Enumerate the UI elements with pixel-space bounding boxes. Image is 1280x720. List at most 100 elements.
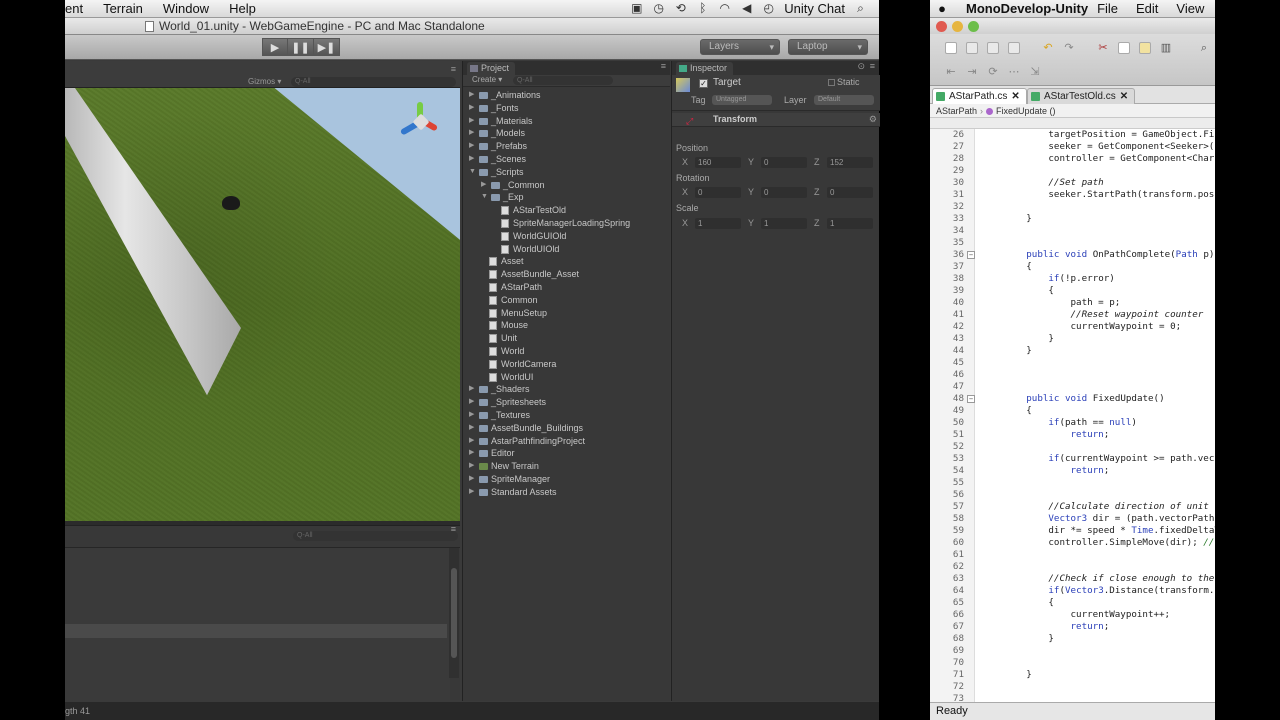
active-checkbox[interactable]: ✓ <box>699 79 708 88</box>
delete-icon[interactable]: ▥ <box>1160 42 1172 54</box>
project-tree-item[interactable]: ▶ Editor <box>463 447 671 460</box>
code-line[interactable]: 36− public void OnPathComplete(Path p) <box>930 249 1215 261</box>
redo-icon[interactable]: ↷ <box>1063 42 1075 54</box>
code-line[interactable]: 55 <box>930 477 1215 489</box>
monodevelop-app-menu[interactable]: MonoDevelop-Unity <box>952 1 1088 16</box>
code-line[interactable]: 73 <box>930 693 1215 702</box>
volume-icon[interactable]: ◀ <box>740 2 753 15</box>
position-y-field[interactable]: 0 <box>761 157 807 168</box>
create-dropdown[interactable]: Create ▾ <box>472 75 502 84</box>
console-scrollbar[interactable] <box>449 548 459 678</box>
project-tree-item[interactable]: ▶ _Common <box>463 179 671 192</box>
code-line[interactable]: 41 //Reset waypoint counter <box>930 309 1215 321</box>
code-line[interactable]: 70 <box>930 657 1215 669</box>
project-tree-item[interactable]: ▶ _Materials <box>463 115 671 128</box>
project-tree-item[interactable]: WorldUIOld <box>463 243 671 256</box>
collapsed-arrow-icon[interactable]: ▶ <box>469 409 477 422</box>
inspector-lock-icon[interactable]: ⊙ <box>857 61 865 72</box>
collapsed-arrow-icon[interactable]: ▶ <box>469 115 477 128</box>
collapsed-arrow-icon[interactable]: ▶ <box>469 447 477 460</box>
code-line[interactable]: 58 Vector3 dir = (path.vectorPath[cu <box>930 513 1215 525</box>
position-x-field[interactable]: 160 <box>695 157 741 168</box>
project-tree-item[interactable]: ▶ _Models <box>463 127 671 140</box>
collapsed-arrow-icon[interactable]: ▶ <box>469 486 477 499</box>
pause-button[interactable]: ❚❚ <box>288 38 314 56</box>
project-tree-item[interactable]: WorldGUIOld <box>463 230 671 243</box>
collapsed-arrow-icon[interactable]: ▶ <box>481 179 489 192</box>
project-tree-item[interactable]: ▶ New Terrain <box>463 460 671 473</box>
cut-icon[interactable]: ✂ <box>1097 42 1109 54</box>
layer-dropdown[interactable]: Default <box>814 95 874 105</box>
collapsed-arrow-icon[interactable]: ▶ <box>469 140 477 153</box>
open-file-icon[interactable] <box>966 42 978 54</box>
gizmos-dropdown[interactable]: Gizmos ▾ <box>248 77 281 86</box>
code-line[interactable]: 60 controller.SimpleMove(dir); // Un <box>930 537 1215 549</box>
close-window-button[interactable] <box>936 21 947 32</box>
code-line[interactable]: 65 { <box>930 597 1215 609</box>
code-line[interactable]: 66 currentWaypoint++; <box>930 609 1215 621</box>
wifi-icon[interactable]: ◠ <box>718 2 731 15</box>
code-line[interactable]: 46 <box>930 369 1215 381</box>
code-editor[interactable]: 26 targetPosition = GameObject.Find 27 se… <box>930 128 1215 702</box>
code-line[interactable]: 29 <box>930 165 1215 177</box>
static-checkbox[interactable] <box>828 79 835 86</box>
scale-z-field[interactable]: 1 <box>827 218 873 229</box>
code-line[interactable]: 32 <box>930 201 1215 213</box>
mono-menu-edit[interactable]: Edit <box>1127 1 1167 16</box>
paste-icon[interactable] <box>1139 42 1151 54</box>
collapsed-arrow-icon[interactable]: ▶ <box>469 435 477 448</box>
bluetooth-icon[interactable]: ᛒ <box>696 2 709 15</box>
mono-menu-file[interactable]: File <box>1088 1 1127 16</box>
code-line[interactable]: 71 } <box>930 669 1215 681</box>
save-all-icon[interactable] <box>1008 42 1020 54</box>
code-line[interactable]: 63 //Check if close enough to the cu <box>930 573 1215 585</box>
code-line[interactable]: 42 currentWaypoint = 0; <box>930 321 1215 333</box>
project-tree-item[interactable]: ▶ _Scenes <box>463 153 671 166</box>
unindent-icon[interactable]: ⇥ <box>966 66 978 78</box>
code-line[interactable]: 37 { <box>930 261 1215 273</box>
collapsed-arrow-icon[interactable]: ▶ <box>469 396 477 409</box>
breadcrumb-method[interactable]: FixedUpdate () <box>996 106 1056 116</box>
uncomment-icon[interactable]: ⋯ <box>1008 66 1020 78</box>
play-button[interactable]: ▶ <box>262 38 288 56</box>
menu-edit-partial[interactable]: ent <box>65 1 93 16</box>
code-line[interactable]: 68 } <box>930 633 1215 645</box>
menu-help[interactable]: Help <box>219 1 266 16</box>
mono-menu-view[interactable]: View <box>1167 1 1213 16</box>
collapsed-arrow-icon[interactable]: ▶ <box>469 460 477 473</box>
code-line[interactable]: 47 <box>930 381 1215 393</box>
project-tree-item[interactable]: Unit <box>463 332 671 345</box>
collapsed-arrow-icon[interactable]: ▶ <box>469 89 477 102</box>
panel-menu-icon[interactable]: ≡ <box>451 64 456 74</box>
component-settings-icon[interactable]: ⚙ <box>869 114 877 125</box>
scene-orientation-gizmo[interactable] <box>395 100 445 150</box>
project-tree-item[interactable]: ▶ _Animations <box>463 89 671 102</box>
collapsed-arrow-icon[interactable]: ▶ <box>469 102 477 115</box>
project-tree-item[interactable]: World <box>463 345 671 358</box>
tab-astarpath-cs[interactable]: AStarPath.cs ✕ <box>932 88 1027 104</box>
transform-component-header[interactable]: ⤢ Transform ⚙ <box>672 113 880 127</box>
layers-dropdown[interactable]: Layers <box>700 39 780 55</box>
scene-search-input[interactable]: Q‑All <box>291 77 456 87</box>
console-scroll-thumb[interactable] <box>451 568 457 658</box>
code-line[interactable]: 30 //Set path <box>930 177 1215 189</box>
console-search-input[interactable]: Q‑All <box>293 531 458 541</box>
project-tree-item[interactable]: WorldCamera <box>463 358 671 371</box>
code-line[interactable]: 26 targetPosition = GameObject.Find <box>930 129 1215 141</box>
code-line[interactable]: 69 <box>930 645 1215 657</box>
project-tree-item[interactable]: ▼ _Scripts <box>463 166 671 179</box>
menubar-app-name[interactable]: Unity Chat <box>784 1 845 16</box>
project-tree-item[interactable]: Mouse <box>463 319 671 332</box>
new-file-icon[interactable] <box>945 42 957 54</box>
chat-status-icon[interactable]: ◴ <box>762 2 775 15</box>
code-line[interactable]: 45 <box>930 357 1215 369</box>
comment-icon[interactable]: ⟳ <box>987 66 999 78</box>
code-line[interactable]: 39 { <box>930 285 1215 297</box>
minimize-window-button[interactable] <box>952 21 963 32</box>
project-tree-item[interactable]: ▶ _Prefabs <box>463 140 671 153</box>
tag-dropdown[interactable]: Untagged <box>712 95 772 105</box>
project-tree-item[interactable]: Common <box>463 294 671 307</box>
code-line[interactable]: 50 if(path == null) <box>930 417 1215 429</box>
project-tree-item[interactable]: ▶ AstarPathfindingProject <box>463 435 671 448</box>
position-z-field[interactable]: 152 <box>827 157 873 168</box>
